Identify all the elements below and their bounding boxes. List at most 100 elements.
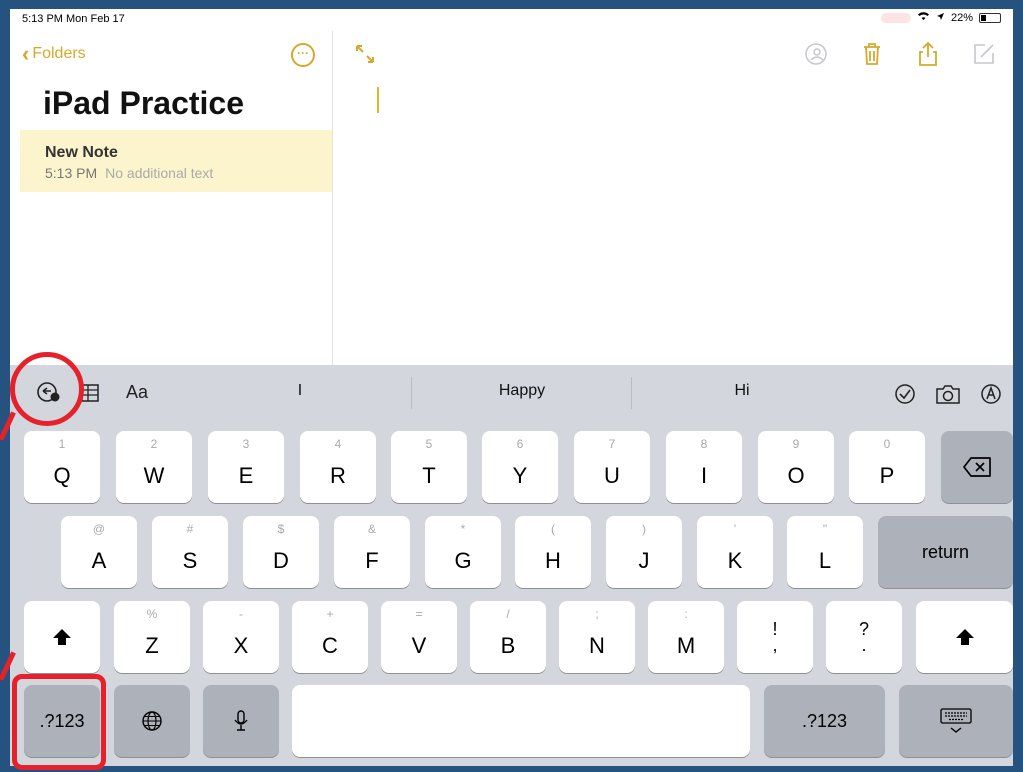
key-s[interactable]: # S (152, 516, 228, 588)
key-q[interactable]: 1Q (24, 431, 100, 503)
annotation-circle (10, 352, 84, 426)
key-x[interactable]: -X (203, 601, 279, 673)
suggestion-1[interactable]: I (190, 382, 410, 400)
key-hint: # (186, 522, 194, 536)
key-label: C (322, 633, 338, 658)
key-hint: 8 (700, 437, 708, 451)
key-d[interactable]: $ D (243, 516, 319, 588)
recording-pill-icon (880, 12, 911, 23)
key-label: V (411, 633, 427, 658)
key-hint: = (415, 607, 423, 621)
status-bar: 5:13 PM Mon Feb 17 22% (10, 9, 1013, 31)
key-label: U (604, 463, 620, 488)
key-o[interactable]: 9O (758, 431, 834, 503)
key-b[interactable]: / B (470, 601, 546, 673)
expand-icon[interactable] (354, 43, 376, 65)
share-icon[interactable] (915, 41, 941, 67)
key-label: X (233, 633, 249, 658)
key-label: Z (145, 633, 159, 658)
key-w[interactable]: 2W (116, 431, 192, 503)
return-button[interactable]: return (878, 516, 1013, 588)
space-bar[interactable] (292, 685, 750, 757)
key-u[interactable]: 7U (574, 431, 650, 503)
folders-back-button[interactable]: ‹ Folders (22, 43, 86, 65)
key-hint: ; (595, 607, 599, 621)
key-a[interactable]: @ A (61, 516, 137, 588)
key-label: M (676, 633, 696, 658)
shift-right-button[interactable] (916, 601, 1013, 673)
key-label: D (273, 548, 289, 573)
suggestion-2[interactable]: Happy (412, 382, 632, 400)
key-v[interactable]: = V (381, 601, 457, 673)
annotation-rectangle (12, 674, 106, 770)
key-c[interactable]: + C (292, 601, 368, 673)
key-hint: $ (277, 522, 285, 536)
key-j[interactable]: ) J (606, 516, 682, 588)
key-l[interactable]: " L (787, 516, 863, 588)
shortcut-bar: Aa I Happy Hi (10, 365, 1013, 419)
key-label: W (143, 463, 165, 488)
key-hint: % (146, 607, 158, 621)
globe-button[interactable] (114, 685, 190, 757)
key-label: I (700, 463, 708, 488)
key-hint: / (506, 607, 510, 621)
note-title: New Note (45, 144, 118, 161)
key-z[interactable]: % Z (114, 601, 190, 673)
ellipsis-circle-icon[interactable]: ··· (291, 43, 315, 67)
key-k[interactable]: ' K (697, 516, 773, 588)
dismiss-keyboard-button[interactable] (899, 685, 1013, 757)
key-m[interactable]: :M (648, 601, 724, 673)
delete-button[interactable] (941, 431, 1013, 503)
key-label: H (545, 548, 561, 573)
key-hint: : (684, 607, 688, 621)
key-f[interactable]: & F (334, 516, 410, 588)
key-hint: 0 (883, 437, 891, 451)
key-hint: 4 (334, 437, 342, 451)
key-y[interactable]: 6Y (482, 431, 558, 503)
key-h[interactable]: (H (515, 516, 591, 588)
key-label: B (500, 633, 516, 658)
format-button[interactable]: Aa (126, 382, 148, 403)
key-t[interactable]: 5T (391, 431, 467, 503)
key-i[interactable]: 8I (666, 431, 742, 503)
key-label: T (422, 463, 436, 488)
camera-icon[interactable] (934, 383, 962, 405)
key-stack: ! , (772, 620, 778, 655)
key-bottom: , (772, 635, 778, 655)
key-hint: + (326, 607, 334, 621)
key-label: A (91, 548, 107, 573)
shift-left-button[interactable] (24, 601, 100, 673)
key-p[interactable]: 0P (849, 431, 925, 503)
software-keyboard: Aa I Happy Hi 1Q 2W 3E 4R 5T 6Y 7U 8I 9O… (10, 365, 1013, 766)
status-time: 5:13 PM Mon Feb 17 (22, 13, 125, 25)
folder-title: iPad Practice (43, 85, 244, 121)
editor-toolbar (803, 41, 997, 67)
key-exclaim-comma[interactable]: ! , (737, 601, 813, 673)
key-r[interactable]: 4R (300, 431, 376, 503)
markup-pen-icon[interactable] (980, 383, 1002, 405)
key-hint: @ (92, 522, 106, 536)
microphone-icon (234, 710, 248, 731)
wifi-icon (917, 11, 930, 24)
key-hint: & (367, 522, 376, 536)
suggestion-3[interactable]: Hi (632, 382, 852, 400)
note-editor[interactable] (334, 31, 1013, 365)
numbers-right-button[interactable]: .?123 (764, 685, 885, 757)
checklist-icon[interactable] (894, 383, 916, 405)
key-n[interactable]: ; N (559, 601, 635, 673)
key-e[interactable]: 3E (208, 431, 284, 503)
key-hint: 1 (58, 437, 66, 451)
dictation-button[interactable] (203, 685, 279, 757)
note-list-item[interactable]: New Note 5:13 PM No additional text (20, 130, 332, 192)
compose-icon[interactable] (971, 41, 997, 67)
trash-icon[interactable] (859, 41, 885, 67)
key-question-period[interactable]: ? . (826, 601, 902, 673)
battery-icon (979, 12, 1001, 23)
key-hint: * (460, 522, 466, 536)
key-stack: ? . (859, 620, 869, 654)
key-label: Q (53, 463, 71, 488)
collaborate-icon[interactable] (803, 41, 829, 67)
key-g[interactable]: * G (425, 516, 501, 588)
globe-icon (142, 711, 162, 731)
note-time: 5:13 PM (45, 165, 98, 181)
